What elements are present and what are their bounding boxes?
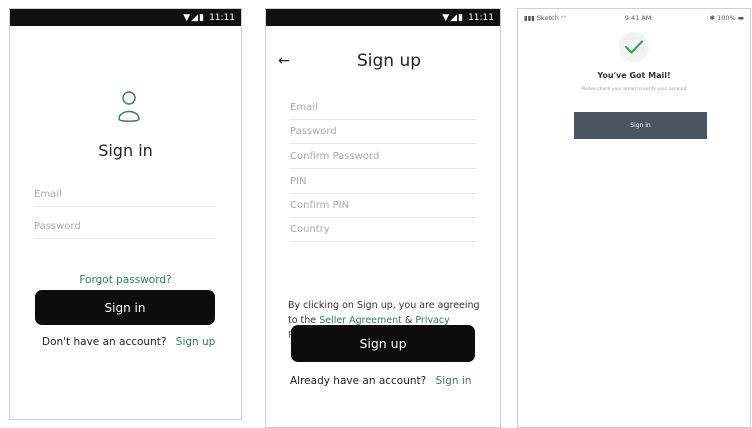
carrier-label: Sketch [536,14,559,22]
page-title: Sign in [98,141,153,160]
ios-time: 9:41 AM [624,14,652,22]
user-icon [118,91,140,122]
mail-title: You've Got Mail! [597,71,671,80]
page-title: Sign up [356,51,422,71]
email-field[interactable]: Email [290,102,476,120]
email-field[interactable]: Email [34,189,215,207]
check-icon [619,32,649,62]
password-field[interactable]: Password [34,221,215,239]
bluetooth-icon: ✱ [709,14,716,22]
signin-button[interactable]: Sign in [35,290,215,325]
signup-button[interactable]: Sign up [291,325,475,362]
forgot-password-link[interactable]: Forgot password? [10,274,241,286]
status-bar: ▼◢▮ 11:11 [266,9,500,26]
pin-field[interactable]: PIN [290,176,476,194]
signin-button[interactable]: Sign in [574,112,707,139]
status-bar: ▼◢▮ 11:11 [10,9,241,26]
signal-battery-icon: ▼◢▮ [442,12,465,23]
confirm-pin-field[interactable]: Confirm PIN [290,200,476,218]
confirm-password-field[interactable]: Confirm Password [290,151,476,169]
signin-link[interactable]: Sign in [436,375,472,387]
country-field[interactable]: Country [290,224,476,242]
password-field[interactable]: Password [290,126,476,144]
signup-screen: ▼◢▮ 11:11 ← Sign up Email Password Confi… [265,8,501,428]
ios-status-bar: ▮▮▮ Sketch ◠ 9:41 AM ✱ 100% ▬ [518,11,750,25]
have-account-text: Already have an account? [290,375,427,387]
signin-screen: ▼◢▮ 11:11 Sign in Email Password Forgot … [9,8,242,420]
signal-battery-icon: ▼◢▮ [183,12,206,23]
status-time: 11:11 [468,12,494,23]
signup-link[interactable]: Sign up [176,336,216,348]
signal-icon: ▮▮▮ [524,14,535,22]
status-time: 11:11 [209,12,235,23]
mail-confirm-screen: ▮▮▮ Sketch ◠ 9:41 AM ✱ 100% ▬ You've Got… [517,8,751,428]
battery-icon: ▬ [737,14,744,22]
battery-label: 100% [717,14,736,22]
no-account-text: Don't have an account? [42,336,167,348]
wifi-icon: ◠ [560,14,567,22]
mail-subtitle: Please check your email to verify your a… [581,87,687,92]
